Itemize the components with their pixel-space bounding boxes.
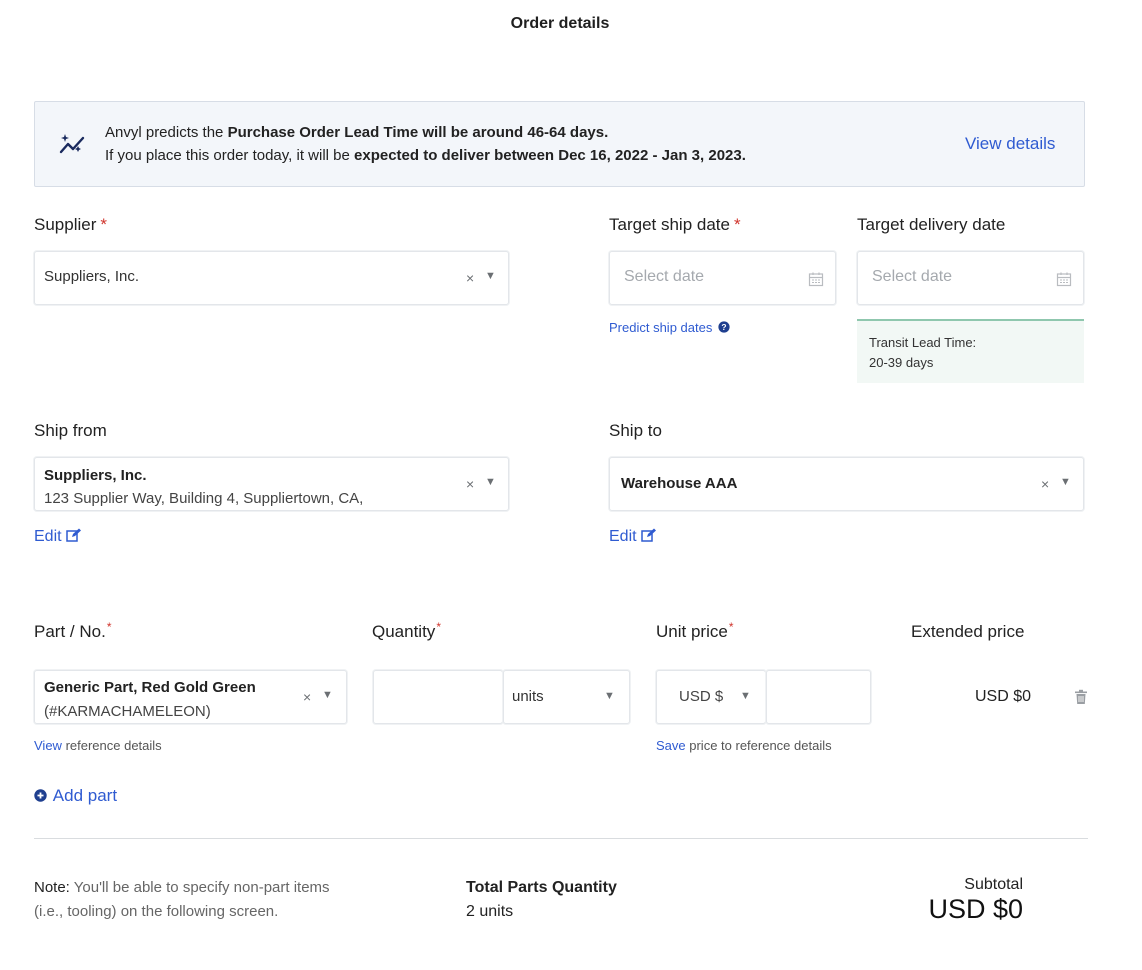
supplier-select[interactable]: Suppliers, Inc. × ▼ <box>34 251 509 305</box>
chevron-down-icon[interactable]: ▼ <box>485 270 500 282</box>
lead-time-message: Anvyl predicts the Purchase Order Lead T… <box>105 121 746 167</box>
view-reference-rest: reference details <box>61 738 162 753</box>
unit-select[interactable]: units ▼ <box>503 670 630 724</box>
ship-from-address: 123 Supplier Way, Building 4, Supplierto… <box>44 490 364 507</box>
help-icon[interactable]: ? <box>718 321 730 333</box>
subtotal-value: USD $0 <box>928 894 1023 924</box>
save-price-reference: Save price to reference details <box>656 738 832 753</box>
required-mark: * <box>100 215 107 234</box>
banner-line1-prefix: Anvyl predicts the <box>105 124 228 141</box>
total-parts-quantity: Total Parts Quantity 2 units <box>466 876 617 924</box>
non-part-note: Note: You'll be able to specify non-part… <box>34 876 330 924</box>
transit-lead-time-value: 20-39 days <box>869 355 934 370</box>
clear-icon[interactable]: × <box>466 476 478 492</box>
part-number: (#KARMACHAMELEON) <box>44 703 211 720</box>
predict-ship-dates-text: Predict ship dates <box>609 320 713 335</box>
footer-divider <box>34 838 1088 839</box>
target-ship-date-input[interactable]: Select date <box>609 251 836 305</box>
transit-lead-time-panel: Transit Lead Time: 20-39 days <box>857 319 1084 383</box>
currency-select[interactable]: USD $ ▼ <box>656 670 766 724</box>
quantity-column-header-text: Quantity <box>372 622 436 641</box>
plus-circle-icon <box>34 789 47 802</box>
banner-line2-bold: expected to deliver between Dec 16, 2022… <box>354 147 746 164</box>
part-select[interactable]: Generic Part, Red Gold Green (#KARMACHAM… <box>34 670 347 724</box>
ship-to-select[interactable]: Warehouse AAA × ▼ <box>609 457 1084 511</box>
target-ship-date-label-text: Target ship date <box>609 215 730 234</box>
save-price-link[interactable]: Save <box>656 738 686 753</box>
ship-from-select[interactable]: Suppliers, Inc. 123 Supplier Way, Buildi… <box>34 457 509 511</box>
required-mark: * <box>106 620 112 634</box>
clear-icon[interactable]: × <box>303 689 315 705</box>
chevron-down-icon[interactable]: ▼ <box>1060 476 1075 488</box>
unit-value: units <box>512 688 544 705</box>
note-prefix: Note: <box>34 879 70 896</box>
quantity-input[interactable] <box>373 670 503 724</box>
supplier-label: Supplier * <box>34 215 107 235</box>
chevron-down-icon[interactable]: ▼ <box>322 689 337 701</box>
supplier-value: Suppliers, Inc. <box>44 268 140 285</box>
clear-icon[interactable]: × <box>466 270 478 286</box>
edit-icon[interactable] <box>66 528 82 542</box>
view-reference-details: View reference details <box>34 738 162 753</box>
required-mark: * <box>436 620 441 634</box>
unit-price-input[interactable] <box>766 670 871 724</box>
calendar-icon[interactable] <box>1056 271 1072 287</box>
chevron-down-icon[interactable]: ▼ <box>604 690 619 702</box>
save-price-rest: price to reference details <box>685 738 832 753</box>
add-part-label: Add part <box>52 786 118 805</box>
target-delivery-date-placeholder: Select date <box>872 268 953 285</box>
target-ship-date-placeholder: Select date <box>624 268 705 285</box>
unit-price-column-header-text: Unit price <box>656 622 728 641</box>
extended-price-column-header: Extended price <box>911 622 1025 641</box>
sparkle-trend-icon <box>59 134 85 154</box>
target-delivery-date-label: Target delivery date <box>857 215 1006 234</box>
ship-from-name: Suppliers, Inc. <box>44 467 147 484</box>
view-details-link[interactable]: View details <box>965 134 1055 154</box>
supplier-label-text: Supplier <box>34 215 97 234</box>
predict-ship-dates-link[interactable]: Predict ship dates ? <box>609 320 730 335</box>
view-reference-link[interactable]: View <box>34 738 62 753</box>
part-name: Generic Part, Red Gold Green <box>44 679 256 696</box>
banner-line1-bold: Purchase Order Lead Time will be around … <box>227 124 609 141</box>
ship-to-edit-link[interactable]: Edit <box>609 528 657 546</box>
note-rest: You'll be able to specify non-part items <box>69 879 330 896</box>
edit-text: Edit <box>609 528 637 545</box>
chevron-down-icon[interactable]: ▼ <box>740 690 755 702</box>
required-mark: * <box>728 620 734 634</box>
svg-text:?: ? <box>721 322 726 332</box>
extended-price-value: USD $0 <box>975 688 1032 705</box>
total-parts-value: 2 units <box>466 903 514 920</box>
ship-from-edit-link[interactable]: Edit <box>34 528 82 546</box>
chevron-down-icon[interactable]: ▼ <box>485 476 500 488</box>
page-title: Order details <box>510 15 610 32</box>
subtotal-label: Subtotal <box>964 876 1023 893</box>
part-column-header-text: Part / No. <box>34 622 106 641</box>
clear-icon[interactable]: × <box>1041 476 1053 492</box>
ship-from-label: Ship from <box>34 421 107 440</box>
ship-to-label: Ship to <box>609 421 662 440</box>
required-mark: * <box>733 215 741 234</box>
currency-value: USD $ <box>679 688 724 705</box>
ship-to-name: Warehouse AAA <box>621 475 738 492</box>
target-delivery-date-input[interactable]: Select date <box>857 251 1084 305</box>
quantity-column-header: Quantity* <box>372 620 441 642</box>
part-column-header: Part / No.* <box>34 620 112 642</box>
calendar-icon[interactable] <box>808 271 824 287</box>
banner-line2-prefix: If you place this order today, it will b… <box>105 147 355 164</box>
note-line2: (i.e., tooling) on the following screen. <box>34 903 279 920</box>
transit-lead-time-label: Transit Lead Time: <box>869 335 977 350</box>
subtotal: Subtotal USD $0 <box>900 876 1023 924</box>
unit-price-column-header: Unit price* <box>656 620 734 642</box>
trash-icon[interactable] <box>1074 689 1088 705</box>
total-parts-label: Total Parts Quantity <box>466 879 617 896</box>
target-ship-date-label: Target ship date * <box>609 215 741 235</box>
add-part-button[interactable]: Add part <box>34 786 117 806</box>
edit-icon[interactable] <box>641 528 657 542</box>
edit-text: Edit <box>34 528 62 545</box>
